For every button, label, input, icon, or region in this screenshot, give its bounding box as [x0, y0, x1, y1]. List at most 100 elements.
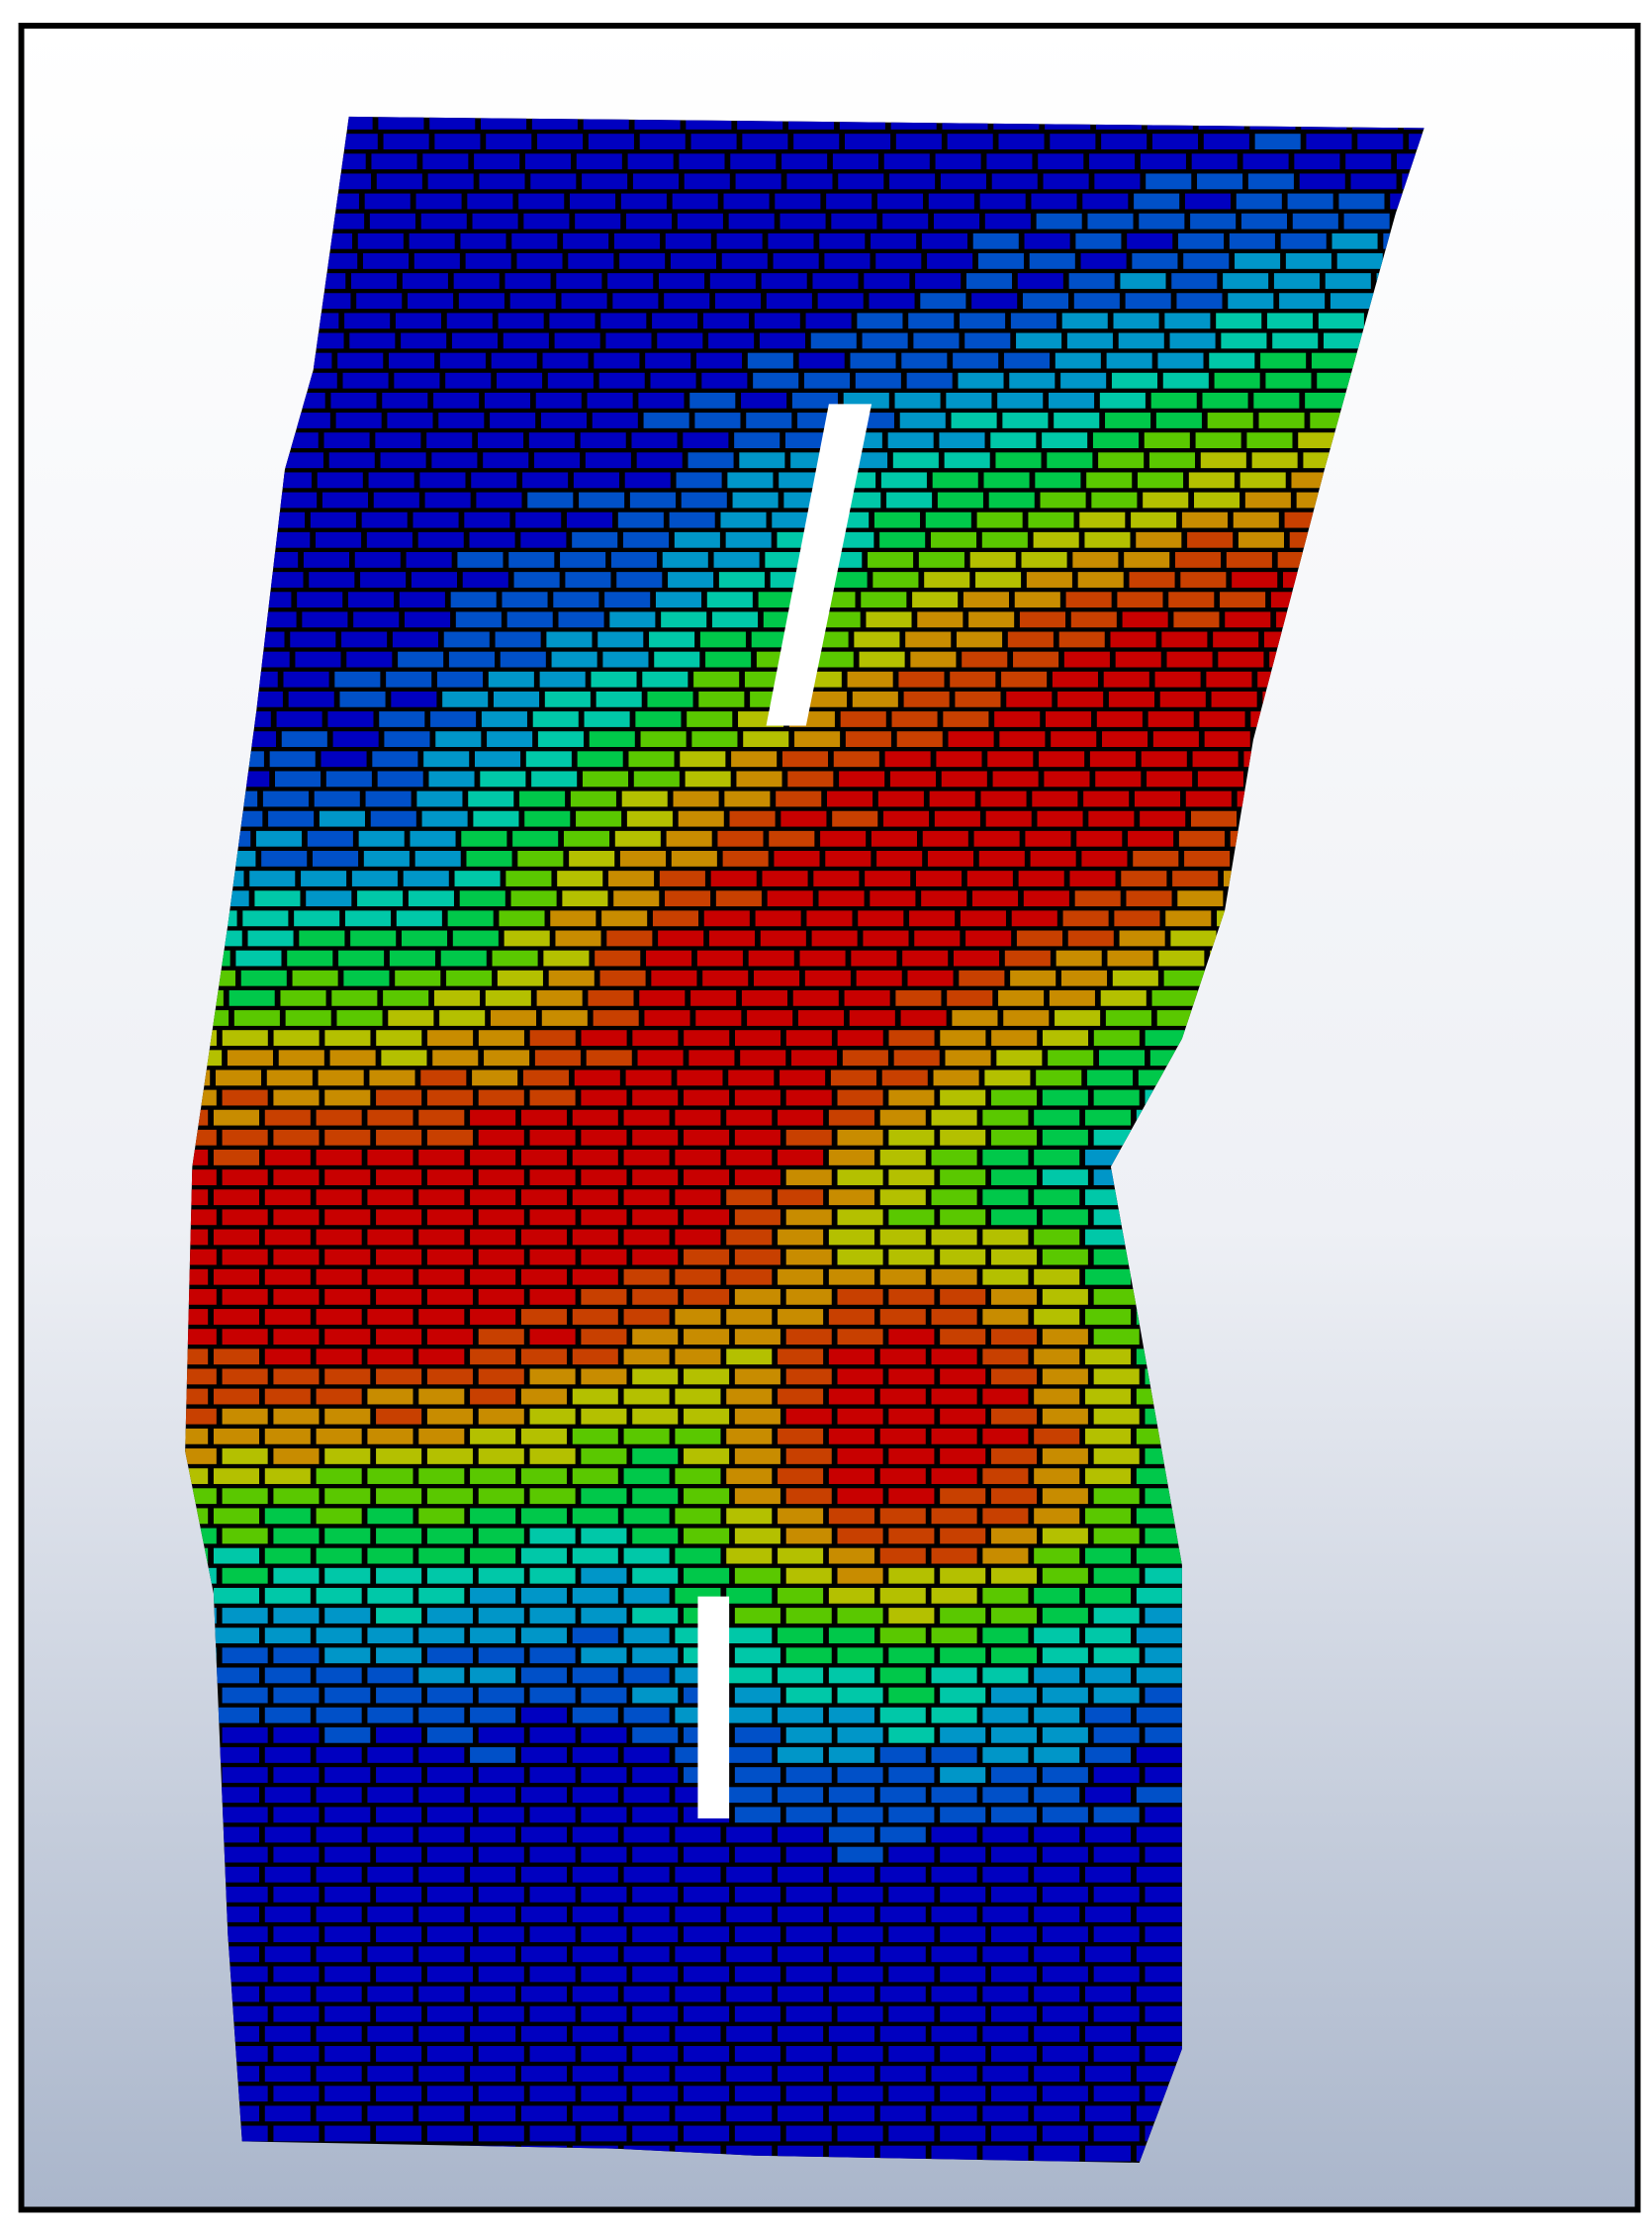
mesh-element	[426, 1329, 473, 1346]
mesh-element	[249, 871, 296, 886]
mesh-element	[684, 1567, 730, 1584]
mesh-element	[863, 930, 909, 947]
mesh-element	[572, 1348, 618, 1365]
mesh-element	[418, 1707, 465, 1723]
mesh-element	[350, 930, 397, 947]
mesh-element	[913, 332, 960, 349]
mesh-element	[1336, 252, 1383, 269]
mesh-element	[255, 830, 303, 847]
mesh-element	[953, 950, 1000, 967]
mesh-element	[1050, 134, 1096, 150]
mesh-element	[604, 592, 651, 608]
mesh-element	[991, 1926, 1038, 1943]
mesh-element	[302, 611, 348, 628]
mesh-element	[1072, 551, 1119, 568]
mesh-element	[1007, 631, 1054, 648]
mesh-element	[1085, 1348, 1132, 1365]
mesh-element	[691, 731, 738, 748]
mesh-element	[418, 1229, 465, 1246]
mesh-element	[572, 1547, 618, 1564]
mesh-element	[865, 871, 911, 886]
mesh-element	[427, 1030, 474, 1047]
mesh-element	[726, 1268, 773, 1285]
mesh-element	[930, 531, 977, 548]
mesh-element	[1110, 631, 1156, 648]
mesh-element	[235, 950, 282, 967]
mesh-element	[734, 1726, 780, 1743]
mesh-element	[965, 930, 1012, 947]
mesh-element	[505, 871, 552, 886]
mesh-element	[1033, 531, 1079, 548]
mesh-element	[373, 492, 419, 509]
mesh-element	[675, 2066, 721, 2082]
mesh-element	[888, 1807, 935, 1823]
mesh-element	[1272, 332, 1319, 349]
mesh-element	[1115, 651, 1161, 668]
mesh-element	[899, 413, 946, 428]
mesh-element	[572, 1150, 618, 1165]
mesh-element	[543, 950, 590, 967]
mesh-element	[357, 232, 404, 249]
mesh-element	[1108, 691, 1154, 707]
mesh-element	[595, 950, 641, 967]
mesh-element	[303, 551, 350, 568]
mesh-element	[969, 551, 1016, 568]
mesh-element	[490, 413, 536, 428]
mesh-element	[222, 1687, 268, 1704]
mesh-element	[747, 1010, 793, 1026]
mesh-element	[1093, 2046, 1140, 2062]
mesh-element	[478, 1249, 524, 1265]
mesh-element	[1034, 2145, 1080, 2162]
mesh-element	[638, 392, 685, 409]
mesh-element	[778, 2105, 824, 2122]
mesh-element	[759, 332, 805, 349]
mesh-element	[1034, 2066, 1080, 2082]
mesh-element	[327, 711, 374, 727]
mesh-element	[324, 1169, 371, 1185]
mesh-element	[1096, 711, 1143, 727]
mesh-element	[879, 2025, 926, 2042]
mesh-element	[582, 771, 629, 788]
mesh-element	[316, 1508, 362, 1525]
mesh-element	[726, 1468, 773, 1484]
mesh-element	[982, 1946, 1029, 1963]
mesh-element	[887, 432, 934, 449]
mesh-element	[563, 232, 609, 249]
mesh-element	[375, 432, 421, 449]
mesh-element	[1202, 392, 1248, 409]
mesh-element	[1085, 1428, 1132, 1444]
mesh-element	[367, 1428, 413, 1444]
mesh-element	[563, 830, 610, 847]
mesh-element	[622, 531, 670, 548]
mesh-element	[580, 432, 626, 449]
mesh-element	[376, 1169, 422, 1185]
mesh-element	[793, 134, 840, 150]
mesh-element	[623, 1468, 670, 1484]
mesh-element	[541, 1010, 588, 1026]
mesh-element	[931, 1388, 977, 1405]
mesh-element	[778, 1189, 824, 1206]
mesh-element	[536, 989, 583, 1006]
mesh-element	[1002, 413, 1049, 428]
mesh-element	[242, 910, 289, 927]
mesh-element	[369, 1069, 415, 1086]
mesh-element	[470, 1747, 516, 1763]
mesh-element	[1055, 1010, 1101, 1026]
mesh-element	[1042, 1329, 1088, 1346]
mesh-element	[1048, 1050, 1094, 1067]
mesh-element	[680, 751, 726, 768]
mesh-element	[478, 1329, 524, 1346]
mesh-element	[1171, 273, 1218, 289]
mesh-element	[785, 1846, 832, 1863]
mesh-element	[581, 1528, 627, 1544]
mesh-element	[982, 1508, 1029, 1525]
mesh-element	[530, 173, 577, 190]
mesh-element	[427, 173, 474, 190]
mesh-element	[785, 1926, 832, 1943]
mesh-element	[753, 372, 799, 389]
mesh-element	[1085, 1468, 1132, 1484]
mesh-element	[734, 1408, 780, 1425]
mesh-element	[888, 2046, 935, 2062]
mesh-element	[1065, 592, 1112, 608]
mesh-element	[1152, 731, 1199, 748]
